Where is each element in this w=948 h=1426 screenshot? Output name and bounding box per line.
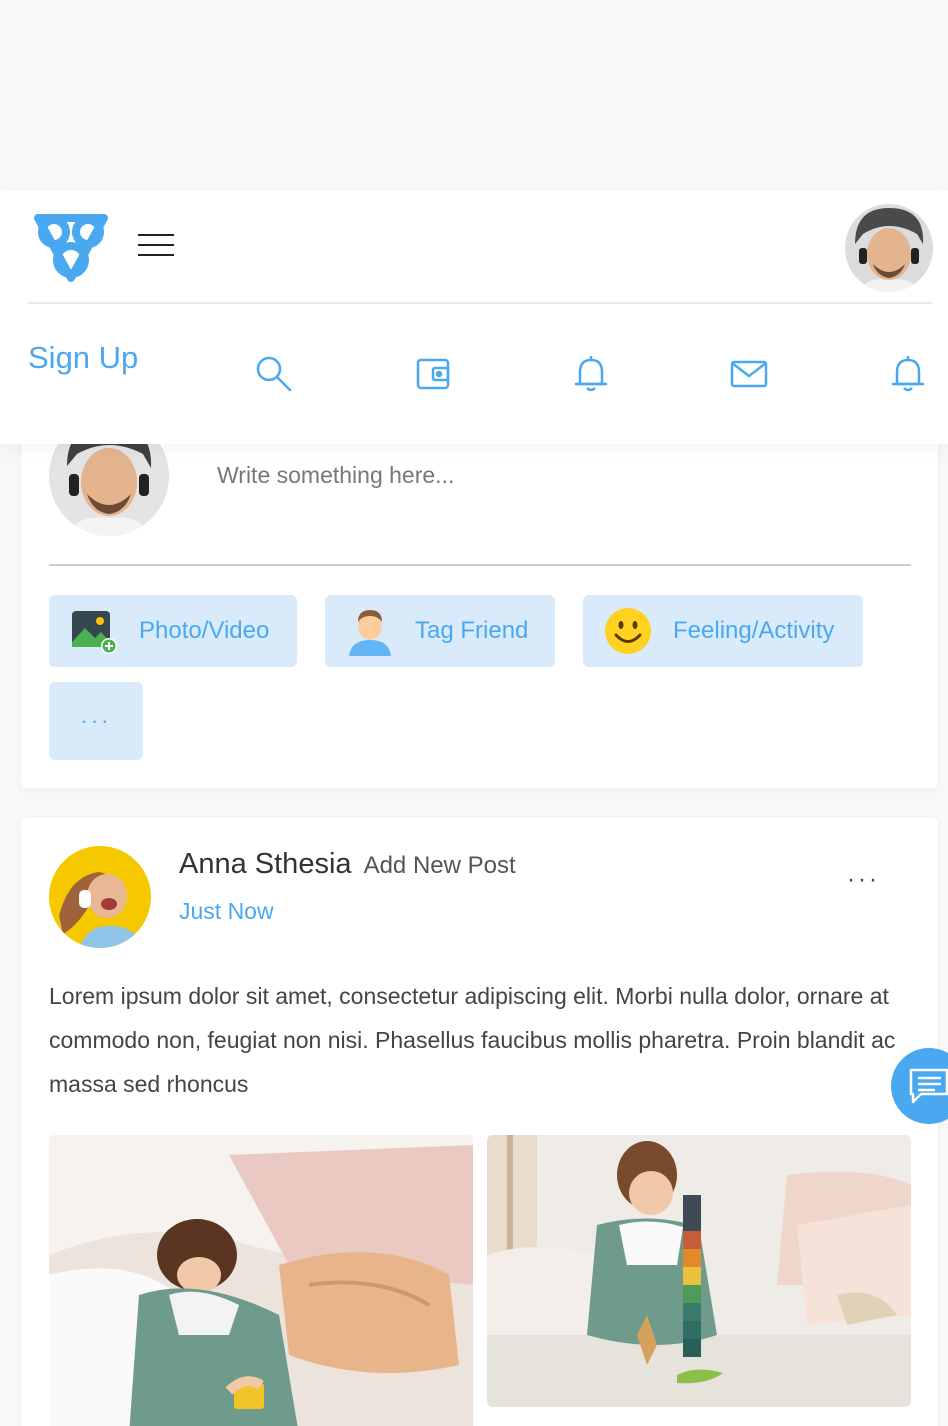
search-icon[interactable] <box>254 354 294 394</box>
signup-link[interactable]: Sign Up <box>28 340 138 376</box>
wallet-icon[interactable] <box>413 354 453 394</box>
post-composer: Photo/Video Tag Friend Feeling/Activity … <box>21 416 938 788</box>
mail-icon[interactable] <box>729 354 769 394</box>
avatar-image <box>845 204 933 292</box>
menu-toggle-button[interactable] <box>138 234 174 260</box>
top-header: Sign Up <box>0 190 948 444</box>
post-author: Anna Sthesia Add New Post <box>179 848 516 881</box>
smiley-icon <box>605 608 651 654</box>
post-action-text: Add New Post <box>363 852 516 879</box>
post-input[interactable] <box>197 450 897 500</box>
tag-friend-button[interactable]: Tag Friend <box>325 595 555 667</box>
composer-divider <box>49 564 911 566</box>
photo-image <box>49 1135 473 1426</box>
hamburger-line <box>138 254 174 256</box>
post-author-avatar[interactable] <box>49 846 151 948</box>
chat-icon <box>909 1068 948 1104</box>
user-avatar[interactable] <box>845 204 933 292</box>
feeling-activity-button[interactable]: Feeling/Activity <box>583 595 863 667</box>
tag-friend-label: Tag Friend <box>415 617 529 644</box>
tag-friend-icon <box>349 610 391 656</box>
photo-video-icon <box>72 611 117 654</box>
photo-video-button[interactable]: Photo/Video <box>49 595 297 667</box>
hamburger-line <box>138 234 174 236</box>
notifications-bell-icon[interactable] <box>888 354 928 394</box>
chat-button[interactable] <box>891 1048 948 1124</box>
logo-icon[interactable] <box>30 210 112 286</box>
post-photo-2[interactable] <box>487 1135 911 1407</box>
header-divider <box>28 302 932 304</box>
post-timestamp: Just Now <box>179 898 274 924</box>
photo-video-label: Photo/Video <box>139 617 270 644</box>
post-photo-1[interactable] <box>49 1135 473 1426</box>
post-body-text: Lorem ipsum dolor sit amet, consectetur … <box>49 983 896 1097</box>
hamburger-line <box>138 244 174 246</box>
avatar-image <box>49 846 151 948</box>
post-menu-button[interactable]: ··· <box>847 866 880 894</box>
feeling-activity-label: Feeling/Activity <box>673 617 835 644</box>
more-options-button[interactable]: ··· <box>49 682 143 760</box>
page: Sign Up Write something here... Photo/Vi… <box>0 0 948 1426</box>
post-card: Anna Sthesia Add New Post Just Now ··· L… <box>21 818 938 1426</box>
post-author-name[interactable]: Anna Sthesia <box>179 848 352 880</box>
bell-icon[interactable] <box>571 354 611 394</box>
photo-image <box>487 1135 911 1407</box>
